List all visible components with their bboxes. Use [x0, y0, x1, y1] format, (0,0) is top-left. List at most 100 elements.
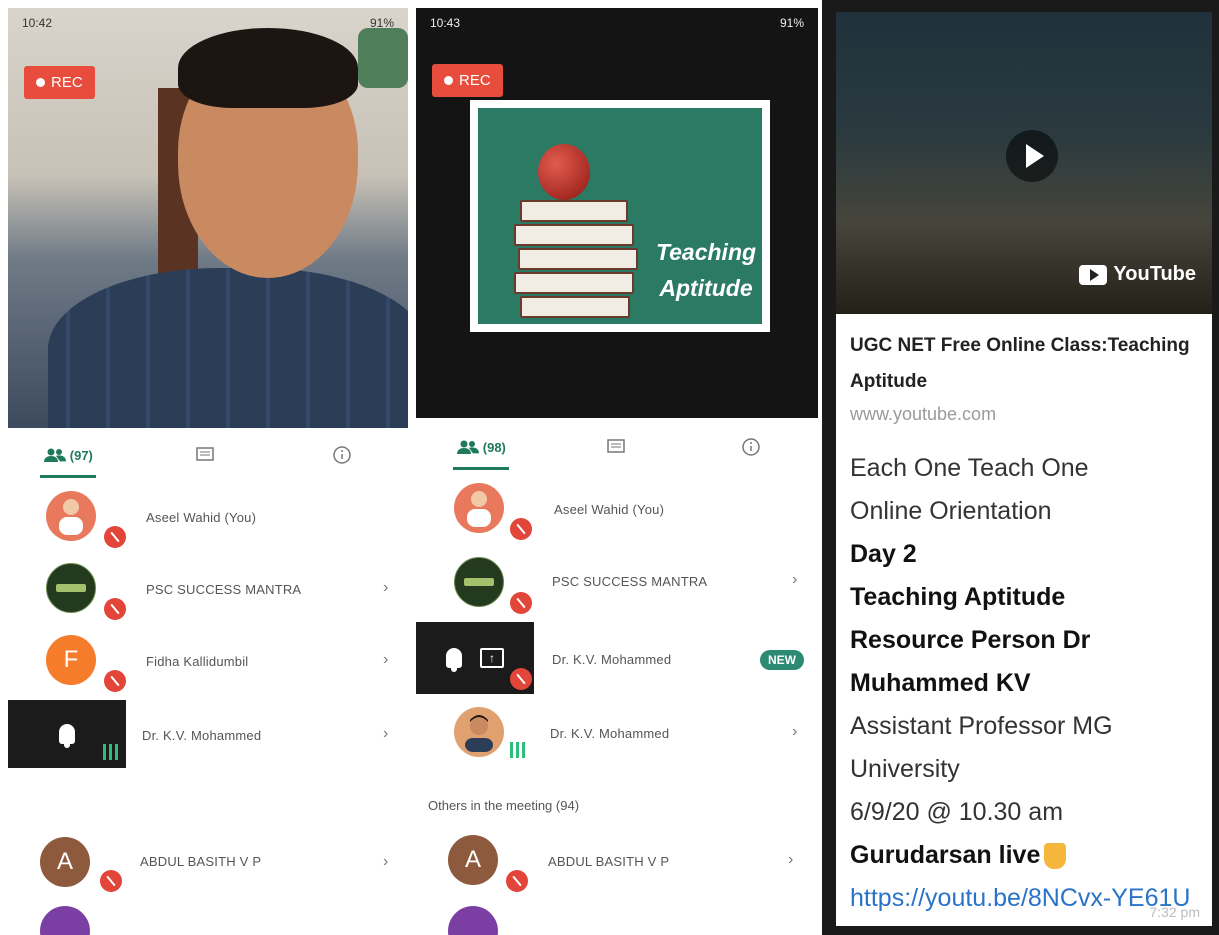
- record-dot-icon: [444, 76, 453, 85]
- muted-mic-icon: [104, 598, 126, 620]
- apple-icon: [538, 144, 590, 200]
- message-line: Day 2: [850, 540, 917, 568]
- message-text: Each One Teach One Online Orientation Da…: [850, 447, 1198, 920]
- chevron-right-icon: ›: [383, 651, 389, 668]
- chevron-right-icon: ›: [383, 853, 389, 870]
- participant-name: Dr. K.V. Mohammed: [550, 726, 670, 741]
- chevron-right-icon: ›: [792, 723, 798, 740]
- participant-row[interactable]: Aseel Wahid (You): [414, 472, 818, 544]
- logo-icon: [464, 578, 494, 586]
- status-time: 10:43: [430, 16, 461, 30]
- speaker-hair: [178, 28, 358, 108]
- youtube-label: YouTube: [1113, 263, 1196, 285]
- participant-row[interactable]: F Fidha Kallidumbil ›: [0, 624, 410, 696]
- avatar: F: [46, 635, 96, 685]
- recording-label: REC: [459, 72, 491, 89]
- books-illustration: [514, 200, 638, 324]
- youtube-link[interactable]: https://youtu.be/8NCvx-YE61U: [850, 884, 1190, 912]
- avatar: [454, 557, 504, 607]
- youtube-logo: YouTube: [1079, 263, 1196, 286]
- youtube-play-icon: [1079, 264, 1108, 285]
- avatar: [46, 563, 96, 613]
- participants-count: (98): [482, 439, 506, 455]
- bell-icon: [59, 724, 75, 748]
- slide-title-line-1: Teaching: [655, 239, 757, 265]
- participant-row[interactable]: Aseel Wahid (You): [0, 480, 410, 552]
- meeting-screenshot-1: 10:42 91% REC (97) Aseel Wahid (You) PSC…: [0, 0, 410, 935]
- youtube-preview[interactable]: YouTube: [836, 12, 1212, 314]
- participant-row[interactable]: A ABDUL BASITH V P ›: [414, 824, 818, 896]
- participant-name: PSC SUCCESS MANTRA: [552, 574, 708, 589]
- participant-name: PSC SUCCESS MANTRA: [146, 582, 302, 597]
- message-line: Teaching Aptitude: [850, 583, 1066, 611]
- participant-row[interactable]: ↑ Dr. K.V. Mohammed NEW: [414, 620, 818, 694]
- participant-name: Dr. K.V. Mohammed: [552, 652, 672, 667]
- message-bubble: UGC NET Free Online Class:Teaching Aptit…: [836, 314, 1212, 926]
- recording-label: REC: [51, 74, 83, 91]
- tab-chat[interactable]: [549, 424, 684, 470]
- participant-row[interactable]: Dr. K.V. Mohammed ›: [414, 696, 818, 768]
- people-icon: [456, 440, 479, 454]
- message-line: Gurudarsan live: [850, 834, 1198, 877]
- muted-mic-icon: [100, 870, 122, 892]
- muted-mic-icon: [510, 592, 532, 614]
- person-photo-icon: [59, 499, 83, 535]
- avatar: A: [448, 835, 498, 885]
- others-section-label: Others in the meeting (94): [428, 798, 580, 813]
- participant-row[interactable]: PSC SUCCESS MANTRA ›: [414, 546, 818, 618]
- pointing-down-icon: [1044, 843, 1067, 870]
- audio-level-icon: [103, 744, 118, 760]
- chevron-right-icon: ›: [383, 579, 389, 596]
- info-icon: [332, 446, 351, 464]
- bell-icon: [446, 648, 462, 672]
- tab-participants[interactable]: (97): [0, 432, 137, 478]
- battery-level: 91%: [369, 16, 394, 30]
- message-line: Assistant Professor MG University: [850, 712, 1113, 783]
- muted-mic-icon: [104, 526, 126, 548]
- recording-badge: REC: [432, 64, 503, 97]
- tab-participants[interactable]: (98): [414, 424, 549, 470]
- participant-name: Aseel Wahid (You): [146, 510, 257, 525]
- tab-info[interactable]: [683, 424, 818, 470]
- logo-icon: [56, 584, 86, 592]
- avatar-initial: F: [63, 646, 79, 673]
- status-time: 10:42: [22, 16, 53, 30]
- play-icon[interactable]: [1006, 130, 1058, 182]
- status-bar: 10:43 91%: [416, 8, 818, 38]
- muted-mic-icon: [104, 670, 126, 692]
- battery-level: 91%: [779, 16, 804, 30]
- message-line: Resource Person Dr Muhammed KV: [850, 626, 1091, 697]
- screen-share-icon: ↑: [480, 648, 504, 668]
- chat-icon: [196, 447, 214, 461]
- chevron-right-icon: ›: [383, 725, 389, 742]
- message-line: Each One Teach One: [850, 454, 1089, 482]
- message-line: Online Orientation: [850, 497, 1052, 525]
- participant-row[interactable]: A ABDUL BASITH V P ›: [0, 826, 410, 898]
- gurudarsan-label: Gurudarsan live: [850, 841, 1041, 869]
- people-icon: [43, 448, 66, 462]
- avatar: [454, 483, 504, 533]
- tab-chat[interactable]: [137, 432, 274, 478]
- link-preview-title[interactable]: UGC NET Free Online Class:Teaching Aptit…: [850, 328, 1198, 400]
- muted-mic-icon: [506, 870, 528, 892]
- slide-title: Teaching Aptitude: [646, 234, 762, 306]
- person-photo-icon: [467, 491, 491, 527]
- participants-count: (97): [69, 447, 93, 463]
- slide-title-line-2: Aptitude: [659, 275, 753, 301]
- recording-badge: REC: [24, 66, 95, 99]
- tab-info[interactable]: [273, 432, 410, 478]
- screen-share-view: 10:43 91% REC Teaching Aptitude: [416, 8, 818, 418]
- chevron-right-icon: ›: [788, 851, 794, 868]
- participant-row[interactable]: PSC SUCCESS MANTRA ›: [0, 552, 410, 624]
- meeting-screenshot-2: 10:43 91% REC Teaching Aptitude (98) Ase…: [414, 0, 818, 935]
- participant-name: Fidha Kallidumbil: [146, 654, 249, 669]
- participant-name: Dr. K.V. Mohammed: [142, 728, 262, 743]
- avatar-initial: A: [464, 846, 481, 873]
- message-timestamp: 7:32 pm: [1149, 904, 1200, 920]
- speaker-body: [48, 268, 408, 428]
- whatsapp-message: YouTube UGC NET Free Online Class:Teachi…: [822, 0, 1219, 935]
- link-preview-domain: www.youtube.com: [850, 404, 997, 424]
- participant-name: ABDUL BASITH V P: [548, 854, 670, 869]
- participant-row[interactable]: Dr. K.V. Mohammed ›: [0, 698, 410, 770]
- muted-mic-icon: [510, 668, 532, 690]
